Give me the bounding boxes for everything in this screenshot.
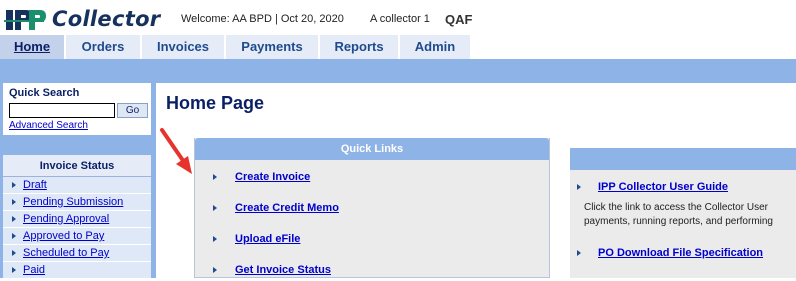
arrow-right-icon: [12, 182, 16, 188]
invoice-status-link[interactable]: Pending Approval: [23, 213, 109, 225]
arrow-right-icon: [12, 250, 16, 256]
arrow-right-icon: [12, 216, 16, 222]
invoice-status-link[interactable]: Pending Submission: [23, 196, 123, 208]
quick-link-label[interactable]: Get Invoice Status: [235, 264, 331, 276]
tab-reports[interactable]: Reports: [320, 35, 400, 59]
invoice-status-scheduled-to-pay[interactable]: Scheduled to Pay: [3, 245, 151, 262]
invoice-status-link[interactable]: Paid: [23, 264, 45, 276]
tab-invoices[interactable]: Invoices: [142, 35, 226, 59]
tab-payments[interactable]: Payments: [226, 35, 320, 59]
main-nav: Home Orders Invoices Payments Reports Ad…: [0, 35, 796, 59]
arrow-right-icon: [213, 236, 217, 242]
quick-search-panel: Quick Search Go Advanced Search: [3, 83, 151, 135]
arrow-right-icon: [12, 199, 16, 205]
quick-search-input[interactable]: [9, 103, 115, 118]
logo-text: Collector: [52, 7, 161, 31]
quick-links-panel: Quick Links Create Invoice Create Credit…: [194, 138, 550, 278]
app-header: Collector Welcome: AA BPD | Oct 20, 2020…: [0, 0, 796, 35]
arrow-right-icon: [577, 250, 581, 256]
quick-link-upload-efile[interactable]: Upload eFile: [195, 230, 549, 250]
tab-admin[interactable]: Admin: [400, 35, 472, 59]
resource-description-line: Click the link to access the Collector U…: [584, 202, 768, 213]
resource-link-label[interactable]: PO Download File Specification: [598, 247, 763, 259]
invoice-status-link[interactable]: Scheduled to Pay: [23, 247, 109, 259]
invoice-status-draft[interactable]: Draft: [3, 177, 151, 194]
quick-search-title: Quick Search: [9, 87, 80, 99]
quick-link-create-invoice[interactable]: Create Invoice: [195, 168, 549, 188]
logo-icon: [4, 10, 46, 30]
page-title: Home Page: [166, 93, 265, 113]
invoice-status-pending-approval[interactable]: Pending Approval: [3, 211, 151, 228]
resources-panel: IPP Collector User Guide Click the link …: [570, 148, 796, 278]
resources-panel-header: [570, 148, 796, 170]
app-logo[interactable]: Collector: [4, 6, 160, 32]
resource-description-line: payments, running reports, and performin…: [584, 216, 773, 227]
arrow-right-icon: [213, 205, 217, 211]
resource-user-guide[interactable]: IPP Collector User Guide: [570, 178, 796, 196]
resource-po-download-spec[interactable]: PO Download File Specification: [570, 244, 796, 262]
arrow-right-icon: [12, 267, 16, 273]
quick-search-go-button[interactable]: Go: [117, 103, 148, 118]
tab-home[interactable]: Home: [0, 35, 66, 59]
arrow-right-icon: [213, 174, 217, 180]
advanced-search-link[interactable]: Advanced Search: [9, 120, 88, 131]
environment-label: QAF: [445, 12, 473, 27]
invoice-status-title: Invoice Status: [3, 155, 151, 177]
tab-orders[interactable]: Orders: [66, 35, 142, 59]
quick-link-label[interactable]: Create Invoice: [235, 171, 310, 183]
arrow-right-icon: [213, 267, 217, 273]
invoice-status-paid[interactable]: Paid: [3, 262, 151, 278]
arrow-right-icon: [577, 184, 581, 190]
invoice-status-pending-submission[interactable]: Pending Submission: [3, 194, 151, 211]
resource-link-label[interactable]: IPP Collector User Guide: [598, 181, 728, 193]
collector-name: A collector 1: [370, 13, 430, 25]
invoice-status-link[interactable]: Draft: [23, 179, 47, 191]
arrow-right-icon: [12, 233, 16, 239]
quick-links-title: Quick Links: [195, 138, 549, 160]
header-band: [0, 59, 796, 83]
resource-description: Click the link to access the Collector U…: [584, 201, 796, 229]
quick-link-create-credit-memo[interactable]: Create Credit Memo: [195, 199, 549, 219]
invoice-status-approved-to-pay[interactable]: Approved to Pay: [3, 228, 151, 245]
quick-link-get-invoice-status[interactable]: Get Invoice Status: [195, 261, 549, 281]
invoice-status-panel: Invoice Status Draft Pending Submission …: [3, 155, 151, 278]
quick-link-label[interactable]: Create Credit Memo: [235, 202, 339, 214]
welcome-text: Welcome: AA BPD | Oct 20, 2020: [181, 13, 344, 25]
main-content: Home Page Quick Links Create Invoice Cre…: [156, 83, 796, 278]
quick-link-label[interactable]: Upload eFile: [235, 233, 300, 245]
invoice-status-link[interactable]: Approved to Pay: [23, 230, 104, 242]
